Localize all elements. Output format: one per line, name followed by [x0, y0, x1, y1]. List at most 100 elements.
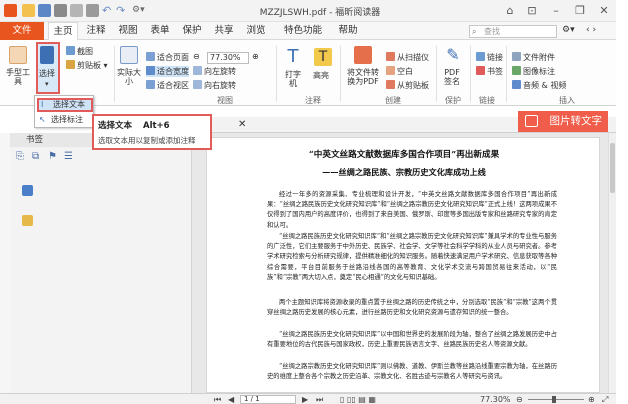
save-icon[interactable]: [38, 4, 51, 17]
file-menu[interactable]: 文件: [0, 22, 44, 40]
link-label: 链接: [487, 53, 503, 62]
zoom-input[interactable]: 77.30%: [207, 52, 249, 64]
zoom-slider-knob[interactable]: [552, 396, 556, 403]
hand-tool-button[interactable]: 手型工具: [6, 68, 30, 86]
separator: [470, 46, 471, 102]
image-to-text-button[interactable]: 图片转文字: [518, 111, 608, 132]
image-icon: [512, 66, 521, 75]
link-button[interactable]: 链接: [476, 52, 503, 63]
separator: [506, 46, 507, 102]
highlight-icon: T: [314, 48, 332, 66]
from-scanner-label: 从扫描仪: [397, 53, 429, 62]
redo-icon[interactable]: ↷: [116, 4, 129, 17]
file-attachment-label: 文件附件: [523, 53, 555, 62]
zoom-slider[interactable]: [528, 399, 584, 400]
document-title: “中英文丝路文献数据库多国合作项目”再出新成果: [308, 150, 500, 160]
clipboard-button[interactable]: 剪贴板 ▾: [66, 60, 108, 71]
from-scanner-button[interactable]: 从扫描仪: [386, 52, 429, 63]
screenshot-button[interactable]: 截图: [66, 46, 93, 57]
fit-width-label: 适合宽度: [157, 67, 189, 76]
link-icon: [476, 52, 485, 61]
fit-width-icon: [146, 66, 155, 75]
highlight-button[interactable]: 高亮: [313, 70, 329, 81]
settings-icon[interactable]: ⚙▾: [562, 25, 575, 35]
rotate-right-icon: [193, 80, 202, 89]
separator: [114, 46, 115, 102]
vertical-scrollbar[interactable]: [608, 133, 616, 393]
cut-icon[interactable]: [86, 4, 99, 17]
zoom-out-icon[interactable]: ⊖: [516, 394, 523, 404]
page-number-input[interactable]: 1 / 1: [240, 395, 296, 404]
minimize-icon[interactable]: –: [546, 3, 566, 18]
first-page-icon[interactable]: ⏮: [214, 394, 221, 404]
restore-icon[interactable]: ❐: [570, 3, 590, 18]
fit-page-label: 适合页面: [157, 53, 189, 62]
select-annotation-menu-item[interactable]: ↖ 选择标注: [37, 113, 93, 127]
search-input[interactable]: ⌕ 查找: [469, 25, 557, 38]
tooltip: 选择文本 Alt+6 选取文本用以复制或添加注释: [92, 114, 212, 150]
file-attachment-button[interactable]: 文件附件: [512, 52, 555, 63]
pages-icon[interactable]: [22, 185, 33, 196]
fit-visible-button[interactable]: 适合视区: [146, 80, 189, 91]
tab-comment[interactable]: 注释: [82, 22, 110, 40]
tab-featured[interactable]: 特色功能: [276, 22, 330, 40]
bookmark-options-icon[interactable]: ☰: [64, 151, 73, 162]
fit-page-icon: [146, 52, 155, 61]
close-icon[interactable]: ✕: [594, 3, 614, 18]
open-icon[interactable]: [22, 4, 35, 17]
zoom-out-icon[interactable]: ⊖: [193, 52, 200, 61]
view-mode-icon[interactable]: ▯ ▯▯ ▤ ▦: [340, 394, 376, 404]
tab-protect[interactable]: 保护: [178, 22, 206, 40]
status-bar: ⏮ ◀ 1 / 1 ▶ ⏭ ▯ ▯▯ ▤ ▦ 77.30% ⊖ ⊕ ⤢: [0, 393, 616, 404]
scroll-thumb[interactable]: [610, 143, 615, 193]
typewriter-button[interactable]: 打字机: [282, 70, 304, 88]
search-placeholder: 查找: [484, 27, 500, 36]
tab-home[interactable]: 主页: [48, 22, 78, 41]
prev-page-icon[interactable]: ◀: [228, 394, 234, 404]
tab-browse[interactable]: 浏览: [242, 22, 270, 40]
fullscreen-icon[interactable]: ⤢: [602, 394, 608, 404]
image-annotation-button[interactable]: 图像标注: [512, 66, 555, 77]
pointer-icon: ↖: [39, 115, 46, 124]
blank-button[interactable]: 空白: [386, 66, 413, 77]
tooltip-shortcut: Alt+6: [142, 121, 170, 131]
actual-size-button[interactable]: 实际大小: [117, 68, 141, 86]
skin-icon[interactable]: ⌂: [500, 3, 520, 18]
clipboard-label: 剪贴板: [77, 61, 101, 70]
pdf-sign-button[interactable]: PDF签名: [441, 68, 463, 86]
zoom-in-icon[interactable]: ⊕: [252, 52, 259, 61]
audio-video-button[interactable]: 音频 & 视频: [512, 80, 566, 91]
next-page-icon[interactable]: ▶: [302, 394, 308, 404]
rotate-right-button[interactable]: 向右旋转: [193, 80, 236, 91]
rotate-left-button[interactable]: 向左旋转: [193, 66, 236, 77]
tab-share[interactable]: 共享: [210, 22, 238, 40]
undo-icon[interactable]: ↶: [102, 4, 115, 17]
title-bar: ↶ ↷ ⚙▾ MZZJLSWH.pdf - 福昕阅读器 ⌂ ⊡ – ❐ ✕: [0, 0, 616, 22]
tab-view[interactable]: 视图: [114, 22, 142, 40]
select-label: 选择: [39, 69, 55, 78]
bookmark-flag-icon[interactable]: ⚑: [48, 151, 57, 162]
last-page-icon[interactable]: ⏭: [316, 394, 323, 404]
feedback-icon[interactable]: ⊡: [522, 3, 542, 18]
text-cursor-icon: I: [41, 100, 44, 109]
close-tab-icon[interactable]: ✕: [238, 119, 246, 130]
select-text-menu-item[interactable]: I 选择文本: [37, 98, 93, 112]
customize-icon[interactable]: ⚙▾: [132, 4, 145, 17]
tab-help[interactable]: 帮助: [334, 22, 362, 40]
zoom-in-icon[interactable]: ⊕: [588, 394, 595, 404]
fit-width-button[interactable]: 适合宽度: [146, 66, 189, 77]
nav-arrows-icon[interactable]: ‹ ›: [586, 25, 596, 35]
convert-to-pdf-button[interactable]: 将文件转换为PDF: [344, 68, 382, 86]
print-icon[interactable]: [54, 4, 67, 17]
bookmark-button[interactable]: 书签: [476, 66, 503, 77]
tooltip-title: 选择文本 Alt+6: [98, 119, 206, 131]
attachment-panel-icon[interactable]: [22, 215, 33, 226]
insert-group-label: 插入: [559, 96, 575, 105]
new-icon[interactable]: [70, 4, 83, 17]
bookmark-expand-icon[interactable]: ⧉: [32, 151, 39, 162]
tab-form[interactable]: 表单: [146, 22, 174, 40]
bookmark-add-icon[interactable]: ⎘: [16, 151, 24, 162]
fit-page-button[interactable]: 适合页面: [146, 52, 189, 63]
from-clipboard-button[interactable]: 从剪贴板: [386, 80, 429, 91]
fit-visible-icon: [146, 80, 155, 89]
